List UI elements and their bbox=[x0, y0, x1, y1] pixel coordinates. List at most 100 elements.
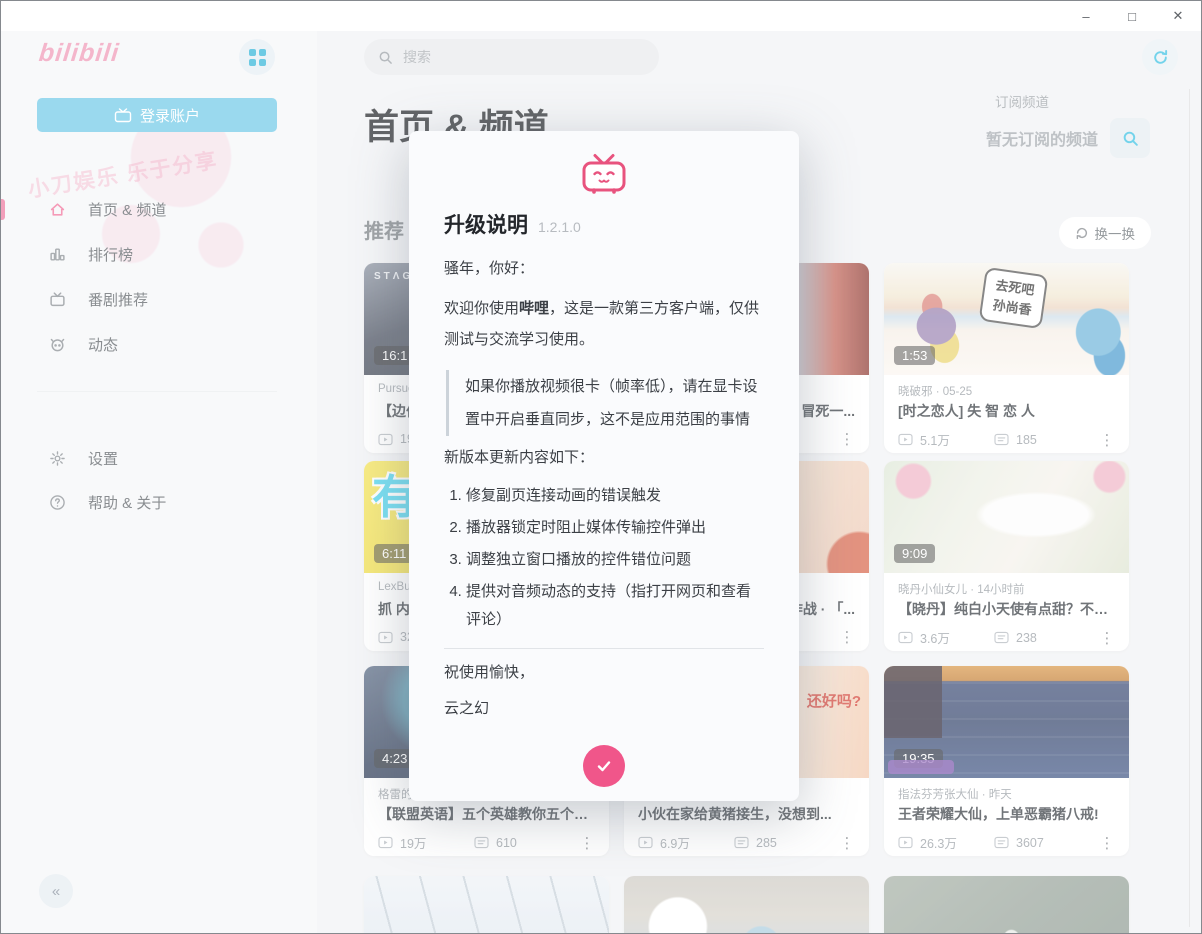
sidebar-item-rank[interactable]: 排行榜 bbox=[1, 239, 317, 269]
help-icon bbox=[49, 494, 66, 511]
play-icon bbox=[898, 631, 913, 644]
search-icon bbox=[1122, 130, 1139, 147]
view-count: 19万 bbox=[378, 833, 474, 852]
close-button[interactable]: ✕ bbox=[1155, 8, 1201, 24]
subscriptions-label: 订阅频道 bbox=[995, 91, 1049, 111]
confirm-button[interactable] bbox=[583, 745, 625, 787]
play-icon bbox=[378, 836, 393, 849]
video-thumbnail[interactable]: 19:35 bbox=[884, 666, 1129, 778]
sidebar-item-home[interactable]: 首页 & 频道 bbox=[1, 194, 317, 224]
sidebar-item-dyn[interactable]: 动态 bbox=[1, 329, 317, 359]
comment-icon bbox=[734, 836, 749, 849]
view-count: 6.9万 bbox=[638, 833, 734, 852]
collapse-sidebar-button[interactable]: « bbox=[39, 874, 73, 908]
more-button[interactable]: ⋮ bbox=[1099, 629, 1115, 647]
comment-count: 185 bbox=[994, 433, 1037, 447]
home-icon bbox=[49, 201, 66, 218]
view-count: 26.3万 bbox=[898, 833, 994, 852]
video-title[interactable]: 小伙在家给黄猪接生，没想到... bbox=[638, 804, 855, 824]
search-input[interactable] bbox=[401, 48, 645, 66]
rank-icon bbox=[49, 246, 66, 263]
modal-closing: 祝使用愉快， bbox=[444, 661, 764, 682]
comment-icon bbox=[994, 433, 1009, 446]
comment-icon bbox=[994, 631, 1009, 644]
sidebar-item-tv[interactable]: 番剧推荐 bbox=[1, 284, 317, 314]
modal-list-intro: 新版本更新内容如下： bbox=[444, 446, 764, 467]
play-icon bbox=[898, 836, 913, 849]
tv-icon bbox=[114, 108, 132, 123]
uploader-line[interactable]: 晓丹小仙女儿 · 14小时前 bbox=[898, 581, 1115, 595]
modal-intro: 欢迎你使用哔哩，这是一款第三方客户端，仅供测试与交流学习使用。 bbox=[444, 293, 764, 355]
more-button[interactable]: ⋮ bbox=[1099, 431, 1115, 449]
play-icon bbox=[638, 836, 653, 849]
video-title[interactable]: 【晓丹】纯白小天使有点甜？不！超甜！ bbox=[898, 599, 1115, 619]
video-card[interactable]: 19:35 指法芬芳张大仙 · 昨天 王者荣耀大仙，上单恶霸猪八戒! 26.3万… bbox=[884, 666, 1129, 856]
duration-badge: 9:09 bbox=[894, 544, 935, 563]
sidebar-item-gear[interactable]: 设置 bbox=[1, 443, 317, 473]
upgrade-notes-modal: 升级说明1.2.1.0 骚年，你好： 欢迎你使用哔哩，这是一款第三方客户端，仅供… bbox=[409, 131, 799, 801]
video-title[interactable]: [时之恋人] 失 智 恋 人 bbox=[898, 401, 1115, 421]
refresh-button[interactable] bbox=[1142, 39, 1178, 75]
apps-grid-button[interactable] bbox=[239, 39, 275, 75]
scrollbar[interactable] bbox=[1189, 89, 1190, 927]
more-button[interactable]: ⋮ bbox=[839, 430, 855, 448]
uploader-line[interactable]: 晓破邪 · 05-25 bbox=[898, 383, 1115, 397]
video-thumbnail[interactable] bbox=[884, 876, 1129, 934]
subscription-search-button[interactable] bbox=[1110, 118, 1150, 158]
video-thumbnail[interactable]: 9:09 bbox=[884, 461, 1129, 573]
video-card[interactable]: ⋮ bbox=[364, 876, 609, 934]
video-thumbnail[interactable] bbox=[364, 876, 609, 934]
duration-badge: 1:53 bbox=[894, 346, 935, 365]
play-icon bbox=[898, 433, 913, 446]
app-window: – □ ✕ 小刀娱乐 乐于分享 bilibili 登录账户 首页 & 频道排行榜… bbox=[0, 0, 1202, 934]
sidebar-item-help[interactable]: 帮助 & 关于 bbox=[1, 487, 317, 517]
subscriptions-empty-text: 暂无订阅的频道 bbox=[986, 126, 1098, 150]
bilibili-logo: bilibili bbox=[37, 39, 120, 68]
sidebar-item-label: 番剧推荐 bbox=[88, 289, 148, 310]
comment-count: 238 bbox=[994, 631, 1037, 645]
login-label: 登录账户 bbox=[140, 105, 200, 126]
thumbnail-bubble-text: 去死吧 孙尚香 bbox=[979, 267, 1049, 330]
modal-signature: 云之幻 bbox=[444, 697, 764, 718]
duration-badge: 19:35 bbox=[894, 749, 943, 768]
minimize-button[interactable]: – bbox=[1063, 9, 1109, 24]
video-thumbnail[interactable]: 去死吧 孙尚香 1:53 bbox=[884, 263, 1129, 375]
maximize-button[interactable]: □ bbox=[1109, 9, 1155, 24]
video-card[interactable]: 去死吧 孙尚香 1:53 晓破邪 · 05-25 [时之恋人] 失 智 恋 人 … bbox=[884, 263, 1129, 453]
modal-quote: 如果你播放视频很卡（帧率低），请在显卡设置中开启垂直同步，这不是应用范围的事情 bbox=[446, 370, 764, 436]
grid-icon bbox=[249, 49, 266, 66]
video-title[interactable]: 王者荣耀大仙，上单恶霸猪八戒! bbox=[898, 804, 1115, 824]
changelog-item: 提供对音频动态的支持（指打开网页和查看评论） bbox=[466, 578, 764, 634]
modal-title: 升级说明 bbox=[444, 214, 528, 237]
view-count: 5.1万 bbox=[898, 430, 994, 449]
video-thumbnail[interactable] bbox=[624, 876, 869, 934]
sidebar-item-label: 设置 bbox=[88, 448, 118, 469]
swap-button[interactable]: 换一换 bbox=[1059, 217, 1152, 249]
sidebar-item-label: 排行榜 bbox=[88, 244, 133, 265]
modal-greeting: 骚年，你好： bbox=[444, 257, 764, 278]
gear-icon bbox=[49, 450, 66, 467]
more-button[interactable]: ⋮ bbox=[1099, 834, 1115, 852]
view-count: 3.6万 bbox=[898, 628, 994, 647]
video-card[interactable]: ⋮ bbox=[624, 876, 869, 934]
sidebar-divider bbox=[37, 391, 277, 392]
more-button[interactable]: ⋮ bbox=[579, 834, 595, 852]
search-bar[interactable] bbox=[364, 39, 659, 75]
search-icon bbox=[378, 50, 393, 65]
video-card[interactable]: 9:09 晓丹小仙女儿 · 14小时前 【晓丹】纯白小天使有点甜？不！超甜！ 3… bbox=[884, 461, 1129, 651]
video-title[interactable]: 【联盟英语】五个英雄教你五个英语金... bbox=[378, 804, 595, 824]
login-button[interactable]: 登录账户 bbox=[37, 98, 277, 132]
modal-changelog-list: 修复副页连接动画的错误触发播放器锁定时阻止媒体传输控件弹出调整独立窗口播放的控件… bbox=[444, 482, 764, 634]
changelog-item: 调整独立窗口播放的控件错位问题 bbox=[466, 546, 764, 574]
video-card[interactable]: ⋮ bbox=[884, 876, 1129, 934]
uploader-line[interactable]: 指法芬芳张大仙 · 昨天 bbox=[898, 786, 1115, 800]
comment-count: 610 bbox=[474, 836, 517, 850]
check-icon bbox=[595, 757, 613, 775]
refresh-icon bbox=[1152, 49, 1169, 66]
tv-icon bbox=[49, 291, 66, 308]
swap-label: 换一换 bbox=[1095, 223, 1136, 243]
more-button[interactable]: ⋮ bbox=[839, 834, 855, 852]
comment-icon bbox=[994, 836, 1009, 849]
more-button[interactable]: ⋮ bbox=[839, 628, 855, 646]
sidebar-item-label: 帮助 & 关于 bbox=[88, 492, 166, 513]
